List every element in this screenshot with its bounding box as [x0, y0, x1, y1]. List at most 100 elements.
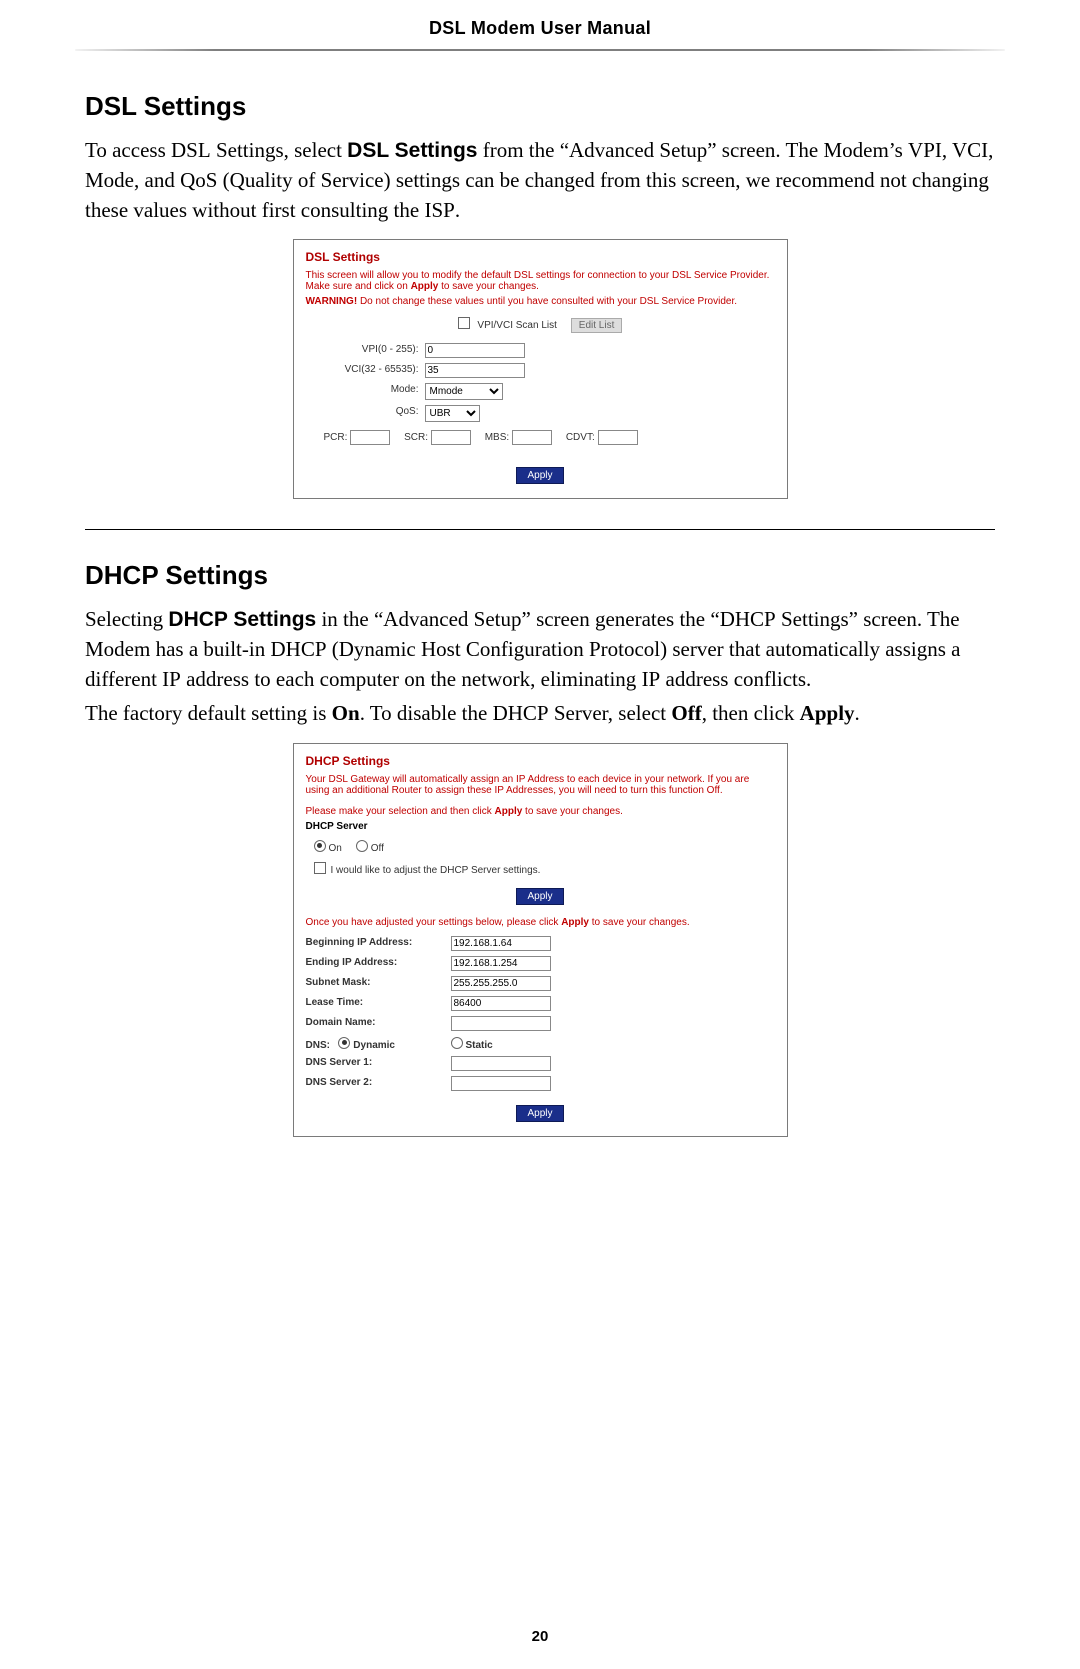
edit-list-button[interactable]: Edit List	[571, 318, 623, 333]
header-title: DSL Modem User Manual	[85, 18, 995, 39]
subnet-input[interactable]	[451, 976, 551, 991]
text: . To disable the	[360, 701, 493, 725]
text: to save your changes.	[438, 281, 539, 292]
text: Apply	[495, 806, 523, 817]
dhcp-paragraph-2: The factory default setting is On. To di…	[85, 699, 995, 729]
text: The factory default setting is	[85, 701, 332, 725]
text: DSL Settings	[347, 139, 477, 162]
text: Apply	[800, 701, 855, 725]
lease-label: Lease Time:	[306, 996, 451, 1011]
vci-label: VCI(32 - 65535):	[306, 363, 421, 378]
text: IP	[162, 667, 181, 691]
dsl-apply-row: Apply	[306, 467, 775, 484]
qos-select[interactable]: UBR	[425, 405, 480, 422]
text: DHCP Settings	[168, 608, 316, 631]
header-rule	[75, 49, 1005, 51]
on-label: On	[329, 843, 342, 854]
text: in the “Advanced Setup” screen generates…	[316, 607, 719, 631]
off-radio[interactable]	[356, 840, 368, 852]
text: Please make your selection and then clic…	[306, 806, 495, 817]
dns1-label: DNS Server 1:	[306, 1056, 451, 1071]
dns-row: DNS: Dynamic	[306, 1036, 451, 1051]
mode-label: Mode:	[306, 383, 421, 400]
text: VPI, VCI	[908, 138, 988, 162]
dhcp-heading: DHCP Settings	[85, 560, 995, 591]
qos-params-row: PCR: SCR: MBS: CDVT:	[324, 430, 775, 445]
mbs-label: MBS:	[485, 432, 509, 443]
dsl-heading: DSL Settings	[85, 91, 995, 122]
text: .	[855, 701, 860, 725]
text: Settings, select	[211, 138, 347, 162]
dns2-label: DNS Server 2:	[306, 1076, 451, 1091]
dhcp-panel-title: DHCP Settings	[306, 754, 775, 768]
end-ip-input[interactable]	[451, 956, 551, 971]
adjust-checkbox[interactable]	[314, 862, 326, 874]
on-off-row: On Off	[314, 840, 775, 854]
text: address conflicts.	[660, 667, 811, 691]
vci-input[interactable]	[425, 363, 525, 378]
text: DHCP	[720, 607, 776, 631]
off-label: Off	[371, 843, 384, 854]
vpi-input[interactable]	[425, 343, 525, 358]
text: Once you have adjusted your settings bel…	[306, 917, 562, 928]
mode-select[interactable]: Mmode	[425, 383, 503, 400]
text: On	[332, 701, 360, 725]
dns-static-label: Static	[466, 1040, 493, 1051]
adjust-label: I would like to adjust the DHCP Server s…	[331, 865, 541, 876]
warning-text: Do not change these values until you hav…	[357, 296, 737, 307]
dhcp-server-label: DHCP Server	[306, 821, 775, 832]
dhcp-desc2: Please make your selection and then clic…	[306, 806, 775, 817]
text: IP	[642, 667, 661, 691]
dns-dynamic-label: Dynamic	[353, 1040, 395, 1051]
text: to save your changes.	[522, 806, 623, 817]
text: To access	[85, 138, 171, 162]
dns-dynamic-radio[interactable]	[338, 1037, 350, 1049]
dhcp-apply-row-2: Apply	[306, 1105, 775, 1122]
on-radio[interactable]	[314, 840, 326, 852]
begin-ip-label: Beginning IP Address:	[306, 936, 451, 951]
text: Apply	[561, 917, 589, 928]
text: address to each computer on the network,…	[181, 667, 642, 691]
subnet-label: Subnet Mask:	[306, 976, 451, 991]
text: .	[455, 198, 460, 222]
domain-label: Domain Name:	[306, 1016, 451, 1031]
dns1-input[interactable]	[451, 1056, 551, 1071]
scan-list-checkbox[interactable]	[458, 317, 470, 329]
text: , then click	[702, 701, 800, 725]
lease-input[interactable]	[451, 996, 551, 1011]
dhcp-note: Once you have adjusted your settings bel…	[306, 917, 775, 928]
scan-list-label: VPI/VCI Scan List	[477, 320, 556, 331]
dns-static-radio[interactable]	[451, 1037, 463, 1049]
cdvt-input[interactable]	[598, 430, 638, 445]
pcr-label: PCR:	[324, 432, 348, 443]
dhcp-apply-button-2[interactable]: Apply	[516, 1105, 563, 1122]
text: from the “Advanced Setup” screen. The Mo…	[477, 138, 908, 162]
page-number: 20	[0, 1628, 1080, 1645]
dsl-panel: DSL Settings This screen will allow you …	[293, 239, 788, 499]
section-divider	[85, 529, 995, 530]
cdvt-label: CDVT:	[566, 432, 595, 443]
scan-list-row: VPI/VCI Scan List Edit List	[306, 317, 775, 333]
qos-label: QoS:	[306, 405, 421, 422]
dsl-form-grid: VPI(0 - 255): VCI(32 - 65535): Mode: Mmo…	[306, 343, 775, 422]
text: DSL	[171, 138, 211, 162]
dns-label: DNS:	[306, 1040, 330, 1051]
vpi-label: VPI(0 - 255):	[306, 343, 421, 358]
scr-input[interactable]	[431, 430, 471, 445]
text: DHCP	[270, 637, 326, 661]
domain-input[interactable]	[451, 1016, 551, 1031]
begin-ip-input[interactable]	[451, 936, 551, 951]
dhcp-apply-button-1[interactable]: Apply	[516, 888, 563, 905]
text: Off	[671, 701, 701, 725]
dsl-paragraph: To access DSL Settings, select DSL Setti…	[85, 136, 995, 225]
dsl-panel-title: DSL Settings	[306, 250, 775, 264]
text: Apply	[411, 281, 439, 292]
pcr-input[interactable]	[350, 430, 390, 445]
mbs-input[interactable]	[512, 430, 552, 445]
page: DSL Modem User Manual DSL Settings To ac…	[0, 0, 1080, 1669]
text: Server, select	[549, 701, 672, 725]
text: to save your changes.	[589, 917, 690, 928]
dns2-input[interactable]	[451, 1076, 551, 1091]
scr-label: SCR:	[404, 432, 428, 443]
dsl-apply-button[interactable]: Apply	[516, 467, 563, 484]
